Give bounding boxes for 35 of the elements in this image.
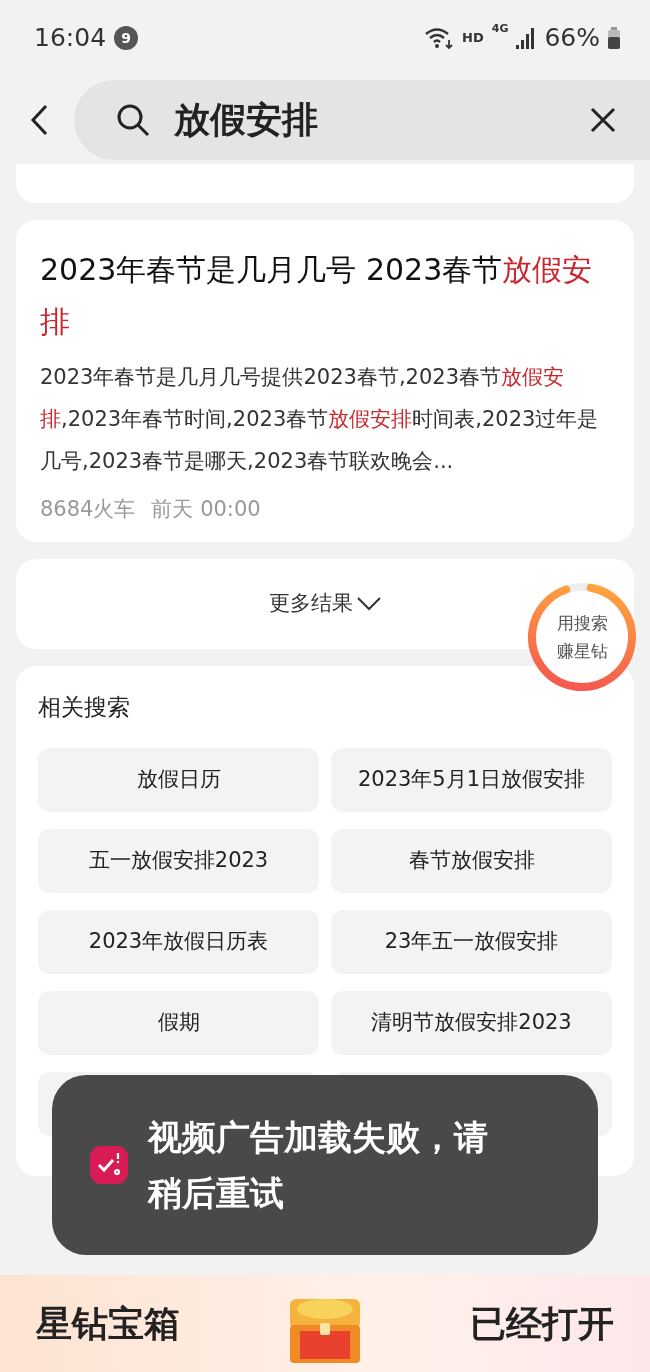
result-snippet: 2023年春节是几月几号提供2023春节,2023春节放假安排,2023年春节时间,2023春节放假安排时间表,2023过年是几号,2023春节是哪天,2023春节联欢晚会... <box>40 364 600 475</box>
clock-time: 16:04 <box>34 22 107 55</box>
related-title: 相关搜索 <box>38 692 131 722</box>
toast-message: 视频广告加载失败，请稍后重试 <box>148 1116 489 1215</box>
search-field[interactable]: 放假安排 <box>74 80 650 160</box>
reward-banner[interactable]: 星钻宝箱 已经打开 <box>0 1275 650 1372</box>
related-search-chip[interactable]: 清明节放假安排2023 <box>331 991 612 1055</box>
related-search-chip[interactable]: 春节放假安排 <box>331 829 612 893</box>
related-search-chip[interactable]: 五一放假安排2023 <box>38 829 319 893</box>
back-button[interactable] <box>30 104 50 136</box>
related-search-chip[interactable]: 2023年放假日历表 <box>38 910 319 974</box>
battery-percent: 66% <box>544 22 600 55</box>
search-query: 放假安排 <box>174 98 319 142</box>
related-search-chip[interactable]: 放假日历 <box>38 748 319 812</box>
cell-label: 4G <box>491 21 509 38</box>
related-search-chip[interactable]: 假期 <box>38 991 319 1055</box>
banner-title: 星钻宝箱 <box>36 1301 180 1346</box>
badge-text: 用搜索 <box>556 611 608 635</box>
more-results-button[interactable]: 更多结果 <box>269 587 381 620</box>
chevron-down-icon <box>357 596 381 611</box>
wifi-icon <box>424 26 455 50</box>
result-source: 8684火车 <box>40 496 136 523</box>
clear-button[interactable] <box>590 107 616 133</box>
app-icon <box>90 1146 128 1184</box>
battery-icon <box>608 27 620 49</box>
notification-count: 9 <box>114 26 139 50</box>
result-time: 前天 00:00 <box>151 496 261 523</box>
network-label: HD <box>462 29 484 48</box>
badge-text: 赚星钻 <box>556 639 608 663</box>
result-title-link[interactable]: 2023年春节是几月几号 2023春节放假安排 <box>40 244 610 348</box>
related-search-chip[interactable]: 23年五一放假安排 <box>331 910 612 974</box>
banner-status: 已经打开 <box>470 1301 614 1346</box>
search-icon <box>116 103 150 137</box>
related-search-chip[interactable]: 2023年5月1日放假安排 <box>331 748 612 812</box>
signal-icon <box>516 27 537 49</box>
